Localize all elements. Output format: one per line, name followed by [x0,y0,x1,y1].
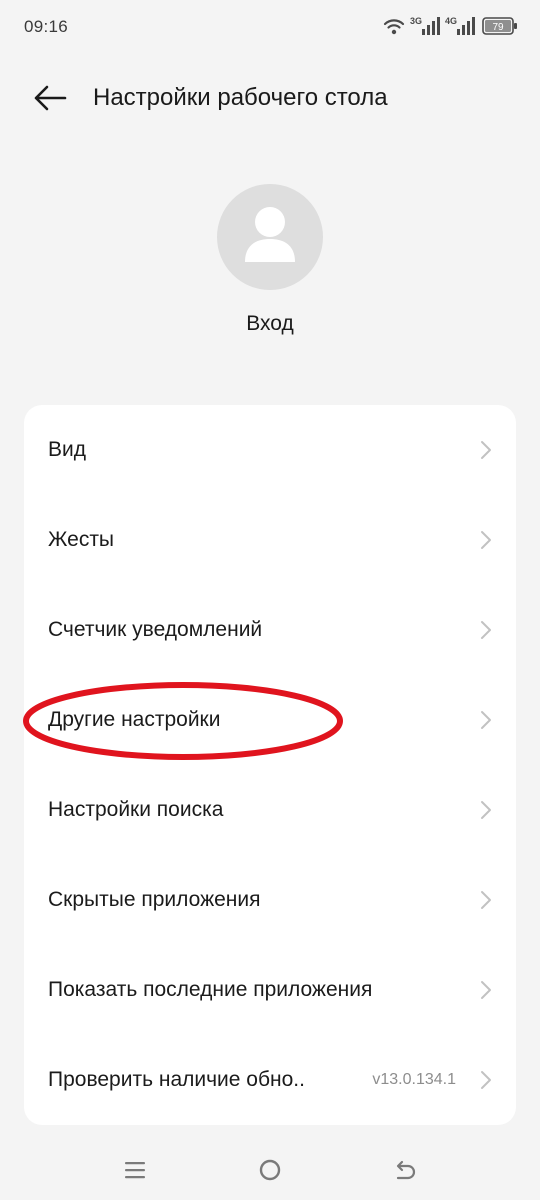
settings-item-label: Проверить наличие обно.. [48,1068,305,1091]
nav-back-button[interactable] [383,1154,427,1186]
status-icons: 3G 4G 79 [383,15,518,39]
settings-item-search-settings[interactable]: Настройки поиска [24,765,516,855]
back-icon [396,1160,416,1180]
status-bar: 09:16 3G 4G 79 [0,0,540,56]
chevron-right-icon [481,981,491,999]
settings-item-label: Скрытые приложения [48,888,261,911]
screen: 09:16 3G 4G 79 Настройки рабочего стола … [0,0,540,1200]
settings-item-label: Другие настройки [48,708,221,731]
settings-item-other-settings[interactable]: Другие настройки [24,675,516,765]
chevron-right-icon [481,711,491,729]
settings-card: Вид Жесты Счетчик уведомлений Другие нас… [24,405,516,1125]
settings-item-label: Показать последние приложения [48,978,373,1001]
wifi-icon [383,19,405,35]
page-title: Настройки рабочего стола [93,84,388,111]
settings-item-label: Настройки поиска [48,798,224,821]
signal-icon: 3G [410,16,440,35]
battery-level: 79 [492,22,504,33]
navigation-bar [0,1140,540,1200]
back-button[interactable] [28,78,72,118]
settings-item-label: Счетчик уведомлений [48,618,263,641]
settings-item-recent-apps[interactable]: Показать последние приложения [24,945,516,1035]
avatar[interactable] [217,184,323,290]
person-icon [245,207,295,262]
battery-icon: 79 [482,17,517,35]
network-3g-label: 3G [410,16,422,26]
chevron-right-icon [481,531,491,549]
chevron-right-icon [481,1071,491,1089]
settings-item-label: Вид [48,438,86,461]
settings-item-view[interactable]: Вид [24,405,516,495]
settings-item-gestures[interactable]: Жесты [24,495,516,585]
chevron-right-icon [481,891,491,909]
signal-icon: 4G [445,16,475,35]
settings-item-check-updates[interactable]: Проверить наличие обно.. v13.0.134.1 [24,1035,516,1125]
recents-button[interactable] [113,1154,157,1186]
chevron-right-icon [481,621,491,639]
status-time: 09:16 [24,17,69,36]
arrow-left-icon [34,85,67,111]
version-value: v13.0.134.1 [372,1071,456,1088]
header: Настройки рабочего стола [0,56,540,140]
settings-item-notification-counter[interactable]: Счетчик уведомлений [24,585,516,675]
home-icon [259,1159,281,1181]
menu-icon [125,1162,145,1179]
login-label[interactable]: Вход [0,312,540,336]
network-4g-label: 4G [445,16,457,26]
settings-item-label: Жесты [48,528,115,551]
home-button[interactable] [248,1154,292,1186]
chevron-right-icon [481,441,491,459]
settings-item-hidden-apps[interactable]: Скрытые приложения [24,855,516,945]
chevron-right-icon [481,801,491,819]
